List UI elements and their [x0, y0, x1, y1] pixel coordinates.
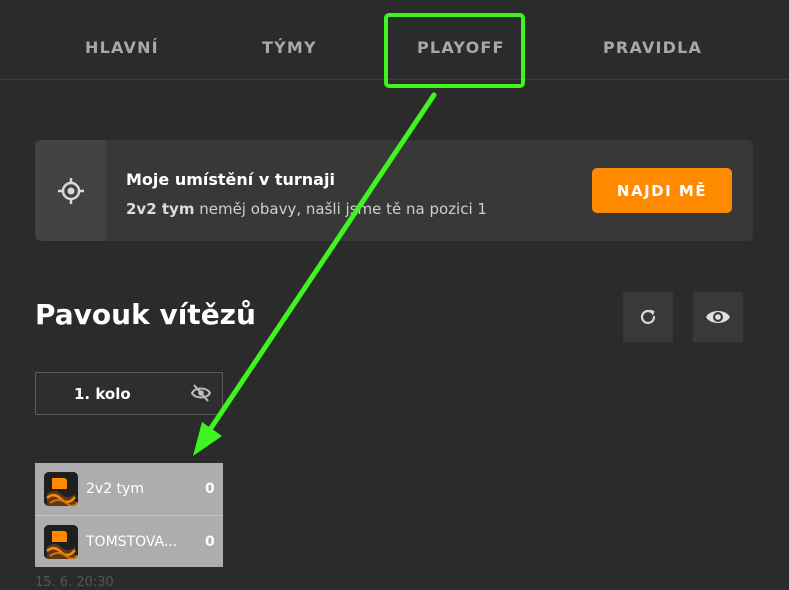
- annotation-arrow: [193, 92, 437, 456]
